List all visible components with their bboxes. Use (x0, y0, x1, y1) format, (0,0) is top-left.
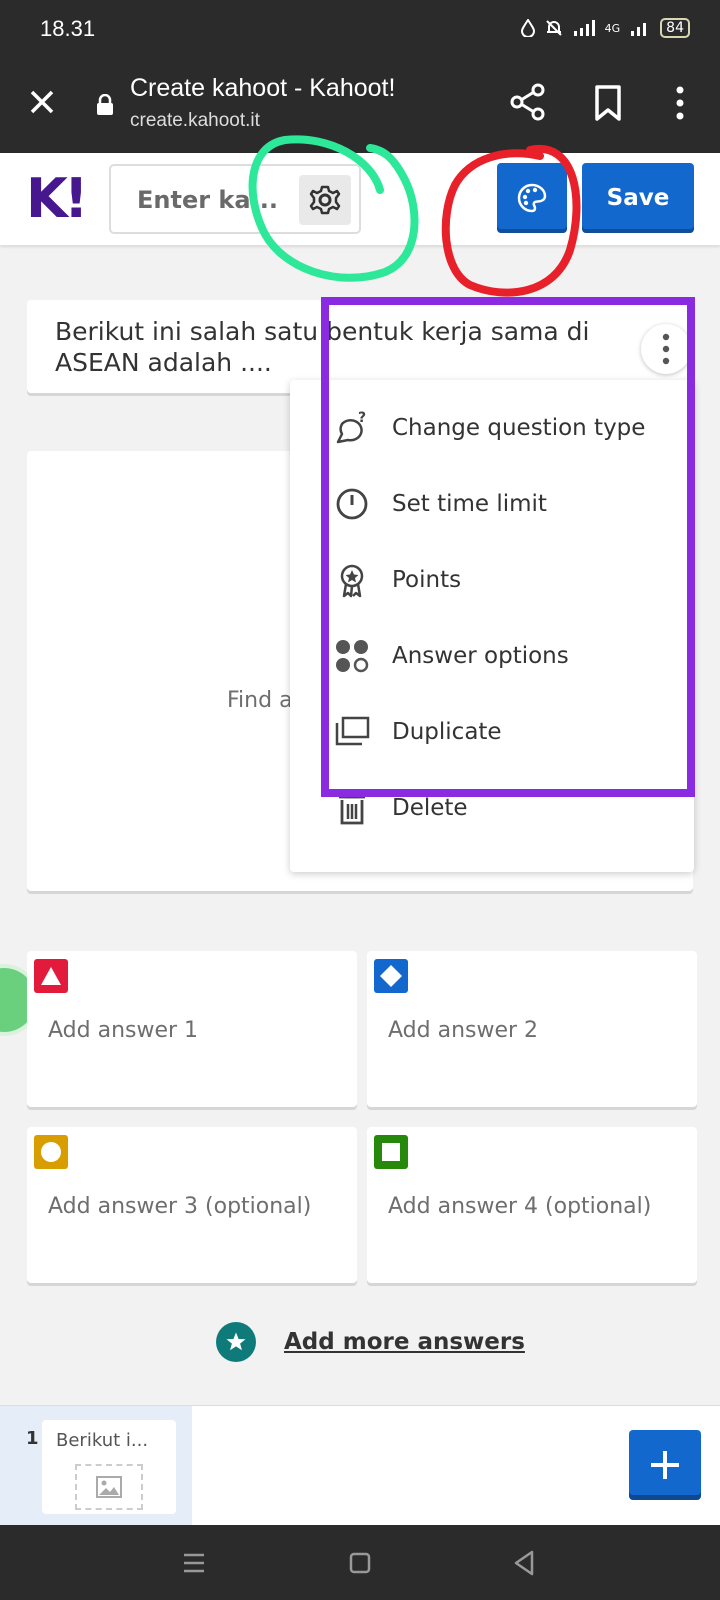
menu-item-delete[interactable]: Delete (290, 777, 694, 839)
back-icon[interactable] (508, 1547, 540, 1579)
trash-icon (339, 790, 365, 825)
award-icon (340, 564, 364, 598)
answer-placeholder: Add answer 2 (388, 1018, 539, 1043)
square-icon (374, 1135, 408, 1169)
palette-icon (517, 183, 547, 213)
answer-placeholder: Add answer 1 (48, 1018, 199, 1043)
add-question-button[interactable] (629, 1430, 701, 1500)
kahoot-title-placeholder: Enter ka... (137, 186, 278, 214)
gear-icon (309, 185, 341, 215)
media-find-label: Find a (227, 688, 293, 713)
share-icon[interactable] (508, 82, 548, 122)
menu-item-label: Change question type (392, 415, 646, 441)
menu-item-set-time-limit[interactable]: Set time limit (290, 473, 694, 535)
question-options-menu: ? Change question type Set time limit Po… (290, 380, 694, 872)
close-icon[interactable] (24, 84, 60, 120)
image-placeholder (75, 1464, 143, 1510)
answer-card-4[interactable]: Add answer 4 (optional) (367, 1127, 697, 1283)
star-icon (216, 1322, 256, 1362)
more-vert-icon[interactable] (670, 84, 690, 122)
status-time: 18.31 (40, 16, 96, 41)
battery-indicator: 84 (660, 18, 690, 38)
menu-item-points[interactable]: Points (290, 549, 694, 611)
question-text: Berikut ini salah satu bentuk kerja sama… (55, 317, 590, 377)
signal-icon (573, 20, 595, 36)
lock-icon (97, 94, 113, 115)
menu-item-answer-options[interactable]: Answer options (290, 625, 694, 687)
answer-placeholder: Add answer 3 (optional) (48, 1194, 312, 1219)
browser-url[interactable]: create.kahoot.it (130, 110, 260, 132)
water-drop-icon (520, 19, 535, 37)
answer-card-1[interactable]: Add answer 1 (27, 951, 357, 1107)
image-icon (96, 1476, 122, 1498)
slide-item-1[interactable]: 1 Berikut i... (0, 1406, 192, 1526)
menu-item-label: Points (392, 567, 462, 593)
status-bar: 18.31 4G 84 (0, 0, 720, 58)
menu-item-label: Delete (392, 795, 468, 821)
slide-thumbnail[interactable]: Berikut i... (42, 1420, 176, 1514)
kahoot-title-input[interactable]: Enter ka... (109, 164, 361, 234)
timer-icon (336, 488, 368, 520)
menu-item-change-question-type[interactable]: ? Change question type (290, 397, 694, 459)
theme-button[interactable] (497, 163, 567, 233)
kahoot-logo[interactable]: K! (26, 167, 89, 230)
triangle-icon (34, 959, 68, 993)
slide-thumbnail-title: Berikut i... (56, 1430, 149, 1451)
kahoot-header: K! Enter ka... Save (0, 153, 720, 245)
answer-card-3[interactable]: Add answer 3 (optional) (27, 1127, 357, 1283)
answer-options-icon (336, 640, 369, 673)
question-options-button[interactable] (641, 324, 691, 374)
add-more-answers-label: Add more answers (284, 1329, 525, 1355)
slide-list: 1 Berikut i... (0, 1405, 720, 1526)
menu-item-duplicate[interactable]: Duplicate (290, 701, 694, 763)
home-icon[interactable] (344, 1547, 376, 1579)
diamond-icon (374, 959, 408, 993)
save-button[interactable]: Save (582, 163, 694, 233)
slide-number: 1 (26, 1428, 39, 1449)
bookmark-icon[interactable] (592, 84, 624, 122)
answer-card-2[interactable]: Add answer 2 (367, 951, 697, 1107)
add-more-answers-button[interactable]: Add more answers (216, 1322, 525, 1362)
more-vert-icon (662, 333, 670, 365)
status-icons: 4G 84 (520, 18, 690, 38)
network-type-label: 4G (604, 21, 621, 35)
menu-icon[interactable] (178, 1547, 210, 1579)
system-nav-bar (0, 1525, 720, 1600)
duplicate-icon (335, 716, 370, 746)
plus-icon (651, 1451, 679, 1479)
circle-icon (34, 1135, 68, 1169)
menu-item-label: Duplicate (392, 719, 502, 745)
menu-item-label: Answer options (392, 643, 569, 669)
menu-item-label: Set time limit (392, 491, 547, 517)
mute-bell-icon (545, 20, 562, 36)
browser-page-title: Create kahoot - Kahoot! (130, 74, 396, 102)
svg-text:?: ? (358, 410, 366, 426)
answer-placeholder: Add answer 4 (optional) (388, 1194, 652, 1219)
question-type-icon: ? (336, 410, 366, 444)
settings-button[interactable] (299, 175, 351, 225)
browser-toolbar: Create kahoot - Kahoot! create.kahoot.it (0, 58, 720, 153)
signal-icon-2 (631, 23, 647, 36)
